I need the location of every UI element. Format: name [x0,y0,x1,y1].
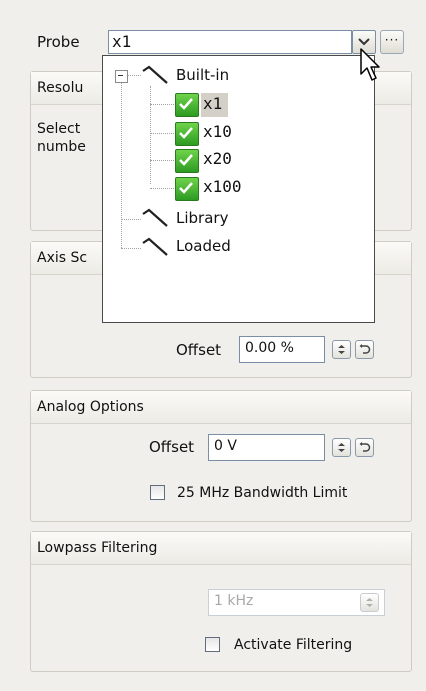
tree-item-library[interactable]: Library [176,209,228,227]
axis-offset-input[interactable]: 0.00 % [239,336,325,363]
tree-connector [150,133,174,134]
spinner-arrows-icon [338,443,345,452]
bandwidth-limit-label: 25 MHz Bandwidth Limit [177,485,348,501]
axis-offset-reset-button[interactable] [355,340,374,359]
axis-offset-spinner[interactable] [332,340,351,359]
tree-connector [150,188,174,189]
axis-offset-label: Offset [176,341,222,359]
tree-item-x100[interactable]: x100 [203,177,242,196]
lowpass-frequency-spinner[interactable] [360,593,379,612]
tree-item-x10[interactable]: x10 [203,122,232,141]
activate-filtering-label: Activate Filtering [234,637,353,653]
resolution-description-line2: numbe [37,139,86,155]
mouse-pointer-icon [360,48,380,81]
probe-combobox[interactable]: x1 [108,30,352,54]
check-icon [175,93,199,117]
check-icon [175,149,199,173]
tree-item-loaded[interactable]: Loaded [176,237,231,255]
tree-item-built-in[interactable]: Built-in [176,66,229,84]
probe-more-button[interactable]: ··· [380,30,404,54]
collapse-toggle-icon[interactable] [115,70,128,83]
spinner-arrows-icon [366,598,373,607]
lowpass-filtering-group: Lowpass Filtering 1 kHz Activate Filteri… [30,531,412,672]
tree-connector [121,80,122,248]
tree-connector [121,219,141,220]
analog-options-group: Analog Options Offset 0 V 25 MHz Bandwid… [30,390,412,522]
tree-connector [121,248,141,249]
tree-connector [150,160,174,161]
resolution-description-line1: Select [37,121,81,137]
probe-icon [142,237,168,256]
lowpass-filtering-group-header: Lowpass Filtering [31,532,411,565]
analog-offset-label: Offset [149,438,195,456]
tree-connector [150,86,151,184]
undo-icon [359,344,371,354]
bandwidth-limit-checkbox[interactable] [150,485,165,500]
analog-offset-reset-button[interactable] [355,438,374,457]
analog-options-group-header: Analog Options [31,391,411,424]
probe-icon [142,65,168,84]
tree-item-x20[interactable]: x20 [203,149,232,168]
chevron-down-icon [358,38,370,46]
probe-dropdown-popup: Built-in x1 x10 x20 x100 Library Loaded [102,55,375,323]
probe-icon [142,208,168,227]
probe-label: Probe [37,33,80,51]
activate-filtering-checkbox[interactable] [205,637,220,652]
lowpass-frequency-input[interactable]: 1 kHz [208,589,385,616]
check-icon [175,177,199,201]
tree-item-x1[interactable]: x1 [203,94,222,113]
analog-offset-spinner[interactable] [332,438,351,457]
analog-offset-input[interactable]: 0 V [208,434,325,461]
spinner-arrows-icon [338,345,345,354]
check-icon [175,122,199,146]
tree-connector [150,104,174,105]
tree-connector [127,75,141,76]
undo-icon [359,442,371,452]
